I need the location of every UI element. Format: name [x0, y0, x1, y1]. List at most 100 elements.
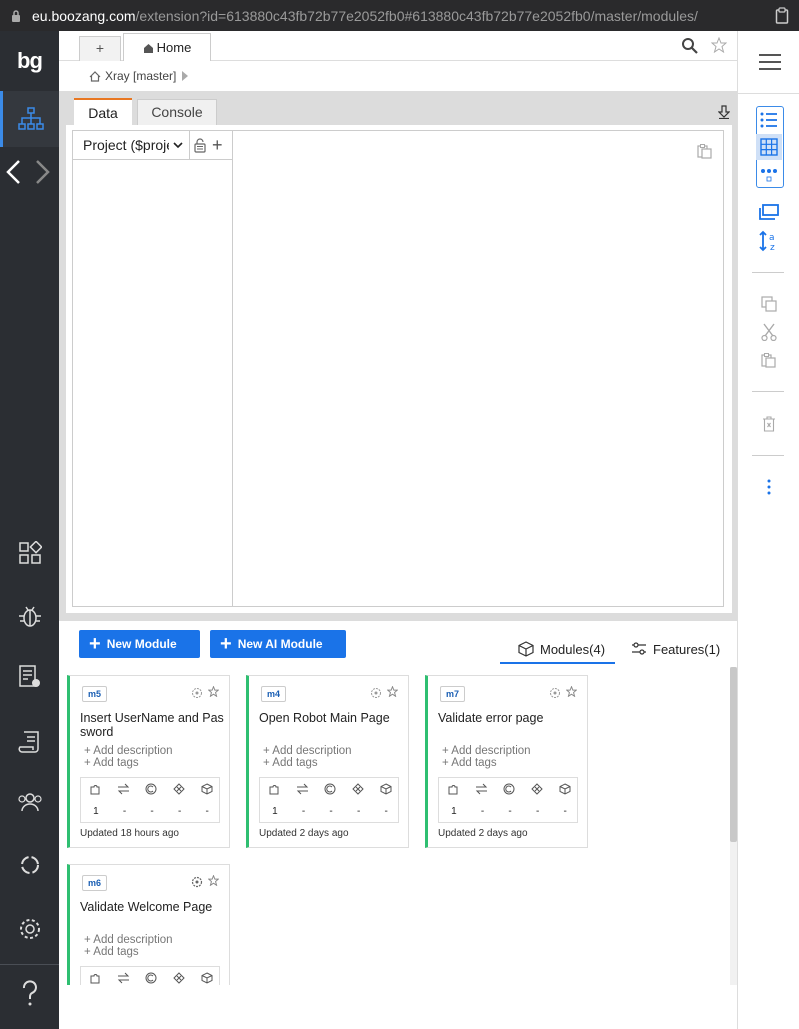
add-tags-link[interactable]: + Add tags	[84, 757, 139, 769]
trash-icon	[763, 416, 775, 432]
stat-value: -	[177, 806, 182, 817]
svg-text:a: a	[769, 233, 775, 243]
help-icon	[22, 980, 37, 1006]
grid-view-button[interactable]	[756, 134, 782, 160]
lock-icon	[12, 9, 20, 22]
star-icon[interactable]	[208, 686, 219, 697]
history-arrows	[4, 159, 52, 185]
dots-tree-icon	[761, 169, 777, 182]
nav-scripts-button[interactable]	[0, 714, 59, 770]
modules-area: + New Module + New AI Module Modules(4) …	[59, 621, 737, 1029]
bug-icon	[18, 606, 41, 627]
cut-button[interactable]	[756, 319, 782, 345]
stat-value: 1	[451, 806, 457, 817]
download-arrow-icon[interactable]	[718, 105, 730, 119]
new-module-button[interactable]: + New Module	[79, 630, 200, 658]
nav-apps-button[interactable]	[0, 525, 59, 581]
stat-value: -	[384, 806, 388, 817]
watch-icon[interactable]	[370, 687, 382, 699]
breadcrumb: Xray [master]	[59, 61, 737, 91]
gear-icon	[19, 919, 40, 939]
tab-home[interactable]: Home	[123, 33, 211, 62]
updated-timestamp: Updated 2 days ago	[259, 828, 349, 839]
new-module-label: New Module	[106, 637, 177, 651]
list-view-button[interactable]	[756, 107, 782, 133]
watch-icon[interactable]	[191, 687, 203, 699]
puzzle-icon	[448, 785, 458, 795]
tab-features[interactable]: Features(1)	[631, 635, 720, 663]
search-icon[interactable]	[681, 37, 698, 54]
forward-arrow-icon[interactable]	[32, 159, 52, 185]
breadcrumb-project[interactable]: Xray [master]	[105, 69, 176, 83]
exchange-icon	[117, 972, 129, 984]
sort-button[interactable]: az	[756, 228, 782, 254]
delete-button[interactable]	[756, 411, 782, 437]
nav-team-button[interactable]	[0, 774, 59, 830]
puzzle-icon	[90, 974, 100, 984]
module-card[interactable]: m5 Insert UserName and Password + Add de…	[67, 675, 230, 848]
tab-data[interactable]: Data	[74, 98, 132, 126]
users-icon	[17, 793, 42, 812]
module-card[interactable]: m6 Validate Welcome Page + Add descripti…	[67, 864, 230, 985]
stat-value: -	[535, 806, 540, 817]
nav-settings-button[interactable]	[0, 901, 59, 957]
hamburger-menu-icon[interactable]	[758, 53, 782, 71]
lock-open-icon[interactable]	[194, 137, 206, 153]
module-card[interactable]: m7 Validate error page + Add description…	[425, 675, 588, 848]
star-icon[interactable]	[566, 686, 577, 697]
more-options-button[interactable]	[756, 474, 782, 500]
add-description-link[interactable]: + Add description	[84, 934, 173, 946]
stat-value: -	[150, 806, 154, 817]
star-icon[interactable]	[208, 875, 219, 886]
panel-toggle-button[interactable]	[756, 199, 782, 225]
scrollbar-thumb[interactable]	[730, 667, 737, 842]
module-title[interactable]: Open Robot Main Page	[259, 711, 405, 725]
nav-tree-button[interactable]	[0, 91, 59, 147]
stat-value: -	[329, 806, 333, 817]
new-tab-button[interactable]: +	[79, 36, 121, 61]
tab-modules[interactable]: Modules(4)	[518, 635, 605, 663]
tab-console[interactable]: Console	[137, 99, 217, 126]
stat-value: 1	[272, 806, 278, 817]
tree-view-button[interactable]	[756, 161, 782, 187]
add-data-button[interactable]: +	[212, 135, 223, 156]
add-description-link[interactable]: + Add description	[84, 745, 173, 757]
boozang-logo[interactable]: bg	[0, 41, 59, 81]
nav-reports-button[interactable]	[0, 649, 59, 705]
tab-modules-label: Modules(4)	[540, 641, 606, 657]
nav-bugs-button[interactable]	[0, 588, 59, 644]
star-icon[interactable]	[711, 37, 727, 53]
module-title[interactable]: Validate Welcome Page	[80, 900, 226, 914]
add-description-label: Add description	[451, 745, 531, 757]
stat-value: -	[508, 806, 512, 817]
module-title[interactable]: Validate error page	[438, 711, 584, 725]
module-card[interactable]: m4 Open Robot Main Page + Add descriptio…	[246, 675, 409, 848]
watch-icon[interactable]	[549, 687, 561, 699]
paste-icon[interactable]	[697, 143, 713, 159]
new-ai-module-button[interactable]: + New AI Module	[210, 630, 346, 658]
module-title[interactable]: Insert UserName and Password	[80, 711, 226, 739]
cube-icon	[380, 783, 392, 795]
watch-icon[interactable]	[191, 876, 203, 888]
browser-url-bar[interactable]: eu.boozang.com/extension?id=613880c43fb7…	[0, 0, 799, 31]
nav-help-button[interactable]	[0, 966, 59, 1022]
module-id-badge: m7	[440, 686, 466, 702]
clipboard-icon[interactable]	[775, 7, 789, 24]
copy-button[interactable]	[756, 291, 782, 317]
add-tags-link[interactable]: + Add tags	[84, 946, 139, 958]
add-description-link[interactable]: + Add description	[263, 745, 352, 757]
paste-button[interactable]	[756, 347, 782, 373]
project-select[interactable]: Project ($project)	[73, 131, 190, 159]
nav-ci-button[interactable]	[0, 837, 59, 893]
add-tags-link[interactable]: + Add tags	[263, 757, 318, 769]
star-icon[interactable]	[387, 686, 398, 697]
add-tags-link[interactable]: + Add tags	[442, 757, 497, 769]
list-icon	[760, 112, 777, 128]
plus-icon: +	[220, 633, 232, 655]
add-description-link[interactable]: + Add description	[442, 745, 531, 757]
active-tab-indicator	[500, 662, 615, 664]
back-arrow-icon[interactable]	[4, 159, 24, 185]
exchange-icon	[117, 783, 129, 795]
add-tags-label: Add tags	[93, 946, 139, 958]
cycle-icon	[20, 856, 39, 874]
